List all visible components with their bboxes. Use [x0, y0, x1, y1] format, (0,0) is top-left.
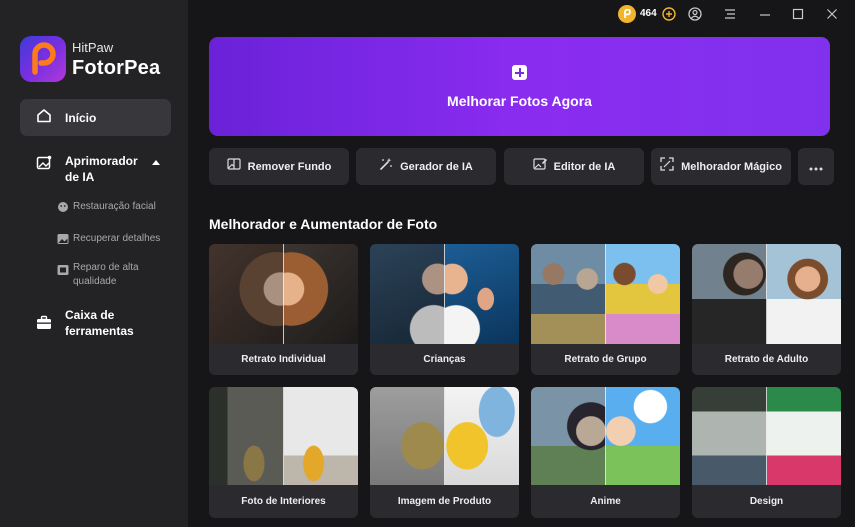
card-product-image[interactable]: Imagem de Produto	[370, 387, 519, 518]
subitem-label: Recuperar detalhes	[73, 233, 161, 244]
ai-generator-button[interactable]: Gerador de IA	[356, 148, 496, 185]
card-thumbnail	[209, 244, 358, 344]
user-account-icon[interactable]	[688, 7, 702, 26]
more-tools-button[interactable]	[798, 148, 834, 185]
credits-count: 464	[640, 8, 657, 19]
sidebar-item-label: Início	[65, 110, 97, 125]
plus-icon	[512, 64, 527, 80]
sidebar-item-label: Caixa de ferramentas	[65, 308, 134, 338]
card-label: Retrato de Adulto	[724, 354, 809, 365]
tool-label: Melhorador Mágico	[681, 160, 782, 173]
sidebar-item-home[interactable]: Início	[20, 99, 171, 136]
card-thumbnail	[692, 244, 841, 344]
menu-icon[interactable]	[724, 7, 736, 25]
card-thumbnail	[370, 244, 519, 344]
ai-editor-button[interactable]: Editor de IA	[504, 148, 644, 185]
section-title: Melhorador e Aumentador de Foto	[209, 216, 438, 232]
sidebar-subitem-recover-details[interactable]: Recuperar detalhes	[57, 232, 163, 250]
card-group-portrait[interactable]: Retrato de Grupo	[531, 244, 680, 375]
face-icon	[57, 200, 69, 218]
enhance-now-button[interactable]: Melhorar Fotos Agora	[209, 37, 830, 136]
card-label: Design	[749, 496, 784, 507]
brand-name: FotorPea	[72, 56, 161, 79]
card-thumbnail	[531, 244, 680, 344]
card-children[interactable]: Crianças	[370, 244, 519, 375]
remove-bg-icon	[227, 157, 241, 176]
card-label: Retrato Individual	[241, 354, 326, 365]
subitem-label: Reparo de alta qualidade	[73, 262, 139, 287]
add-credits-icon[interactable]	[662, 7, 676, 26]
title-bar: 464	[188, 0, 855, 28]
card-label: Crianças	[423, 354, 466, 365]
card-adult-portrait[interactable]: Retrato de Adulto	[692, 244, 841, 375]
coin-icon[interactable]	[618, 5, 636, 23]
enhance-now-label: Melhorar Fotos Agora	[447, 92, 592, 109]
card-label: Retrato de Grupo	[564, 354, 647, 365]
remove-background-button[interactable]: Remover Fundo	[209, 148, 349, 185]
card-thumbnail	[531, 387, 680, 485]
card-individual-portrait[interactable]: Retrato Individual	[209, 244, 358, 375]
more-dots-icon	[809, 158, 823, 176]
app-logo: HitPaw FotorPea	[20, 36, 160, 82]
photo-edit-icon	[533, 157, 547, 176]
card-label: Imagem de Produto	[397, 496, 492, 507]
subitem-label: Restauração facial	[73, 201, 156, 212]
sidebar-subitem-high-quality-repair[interactable]: Reparo de alta qualidade	[57, 261, 163, 289]
maximize-icon[interactable]	[792, 7, 804, 25]
sidebar: HitPaw FotorPea Início Aprimorador de IA…	[0, 0, 188, 527]
minimize-icon[interactable]	[759, 7, 771, 25]
image-enhance-icon	[36, 155, 52, 176]
chevron-up-icon[interactable]	[152, 160, 160, 165]
brand-sub: HitPaw	[72, 39, 114, 55]
magic-enhancer-button[interactable]: Melhorador Mágico	[651, 148, 791, 185]
fotorpea-logo-icon	[20, 36, 66, 82]
repair-icon	[57, 263, 69, 281]
tool-label: Editor de IA	[553, 160, 616, 173]
card-thumbnail	[209, 387, 358, 485]
tool-label: Remover Fundo	[247, 160, 332, 173]
card-design[interactable]: Design	[692, 387, 841, 518]
magic-wand-icon	[379, 157, 393, 176]
home-icon	[36, 108, 52, 128]
close-icon[interactable]	[826, 7, 838, 25]
toolbox-icon	[36, 315, 52, 335]
card-interior-photo[interactable]: Foto de Interiores	[209, 387, 358, 518]
card-thumbnail	[370, 387, 519, 485]
sidebar-item-toolbox[interactable]: Caixa de ferramentas	[36, 307, 153, 339]
card-thumbnail	[692, 387, 841, 485]
expand-icon	[660, 157, 674, 176]
card-anime[interactable]: Anime	[531, 387, 680, 518]
sidebar-item-ai-enhancer[interactable]: Aprimorador de IA	[36, 153, 153, 185]
card-label: Foto de Interiores	[241, 496, 326, 507]
tool-label: Gerador de IA	[400, 160, 473, 173]
picture-icon	[57, 232, 69, 250]
card-label: Anime	[590, 496, 621, 507]
sidebar-item-label: Aprimorador de IA	[65, 154, 138, 184]
sidebar-subitem-face-restoration[interactable]: Restauração facial	[57, 200, 163, 218]
